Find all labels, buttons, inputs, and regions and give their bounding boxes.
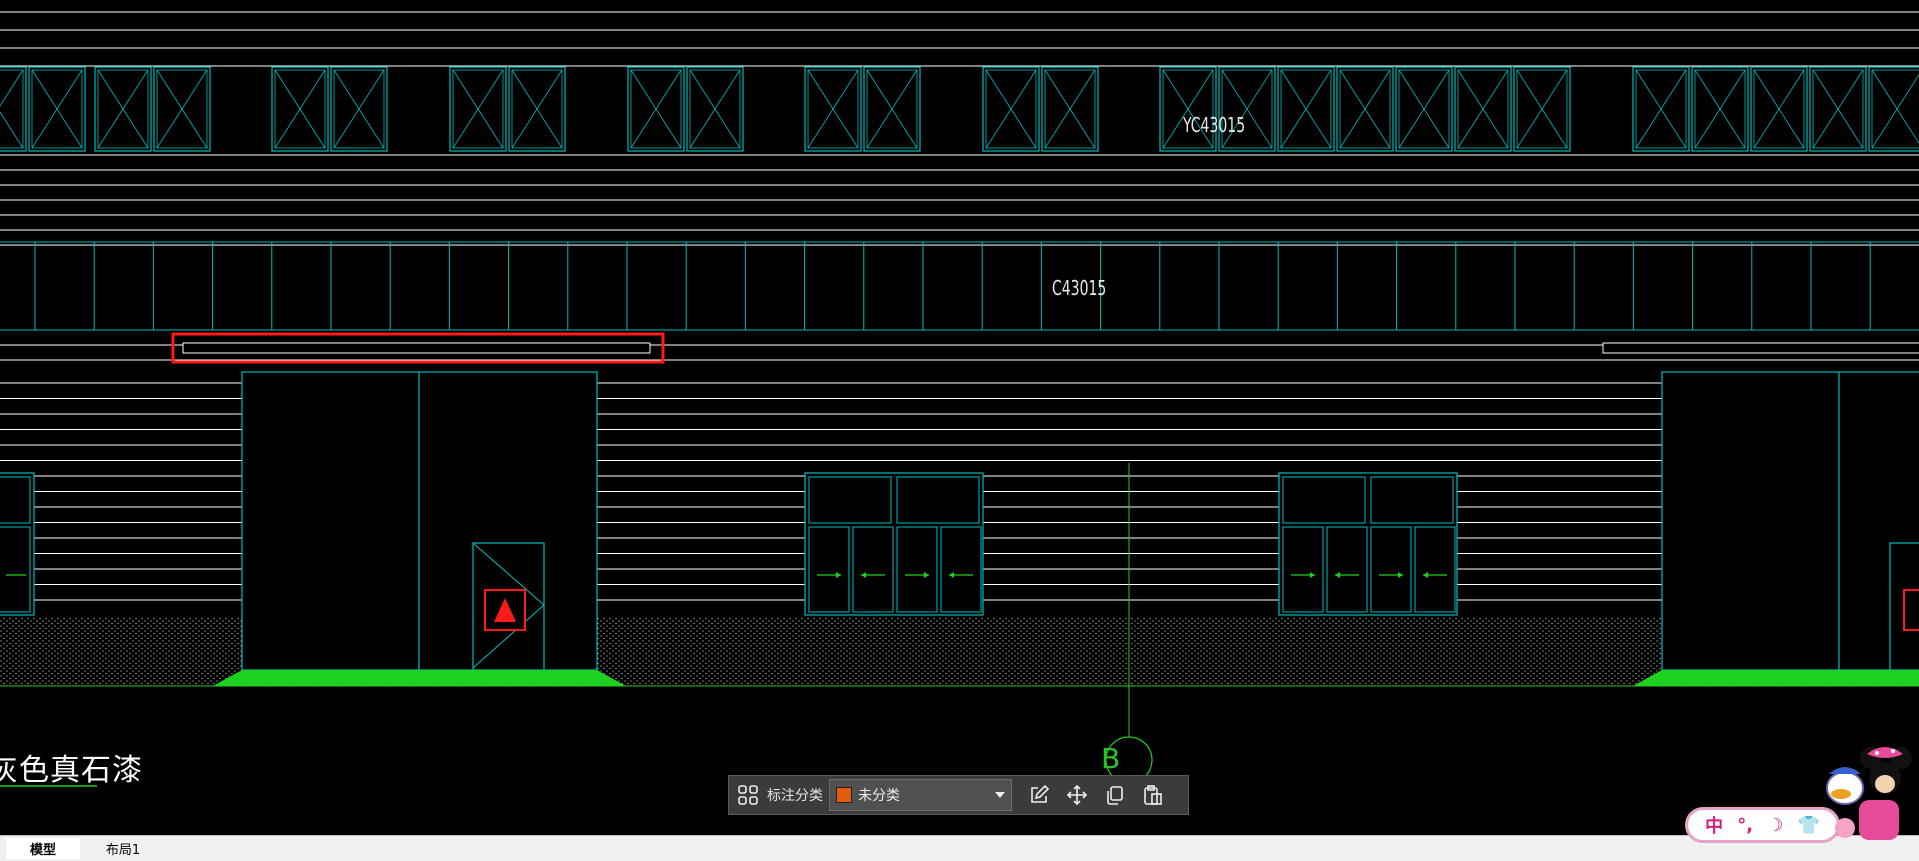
window-cross-line [0,69,24,107]
tab-layout1[interactable]: 布局1 [84,838,162,859]
ground-window [0,472,35,616]
material-note: 灰色真石漆 [0,753,143,788]
big-door [1661,371,1919,671]
category-selected-value: 未分类 [858,788,900,804]
ground-step [1633,670,1919,686]
axis-label: B [1101,742,1121,775]
window-label-upper: YC43015 [1183,113,1246,137]
ime-punctuation-toggle[interactable]: °, [1737,815,1753,836]
chevron-down-icon [995,792,1005,798]
ground-window [1278,472,1458,616]
annotation-toolbar: 标注分类 未分类 [728,775,1189,815]
tab-model[interactable]: 模型 [6,838,80,859]
move-icon[interactable] [1058,776,1096,814]
upper-window [1868,66,1919,152]
ime-language-toggle[interactable]: 中 [1705,812,1723,838]
moon-icon[interactable]: ☽ [1767,815,1783,836]
grid-icon[interactable] [729,776,767,814]
annotation-category-label: 标注分类 [767,788,823,804]
upper-window [0,66,27,152]
ground-step [213,670,626,686]
annotation-category-select[interactable]: 未分类 [829,779,1012,811]
mascot-icon [1826,747,1912,840]
fire-sign [1903,589,1919,631]
edit-icon[interactable] [1020,776,1058,814]
layout-tab-bar: 模型 布局1 [0,835,1919,861]
cad-drawing-canvas[interactable] [0,0,1919,835]
upper-window-frame [0,69,24,149]
window-cross-line [0,111,24,149]
paste-icon[interactable] [1134,776,1172,814]
canopy [1602,342,1919,354]
window-label-lower: C43015 [1052,276,1107,300]
copy-icon[interactable] [1096,776,1134,814]
canopy [182,342,651,354]
ground-window [804,472,984,616]
category-color-swatch [836,787,852,803]
